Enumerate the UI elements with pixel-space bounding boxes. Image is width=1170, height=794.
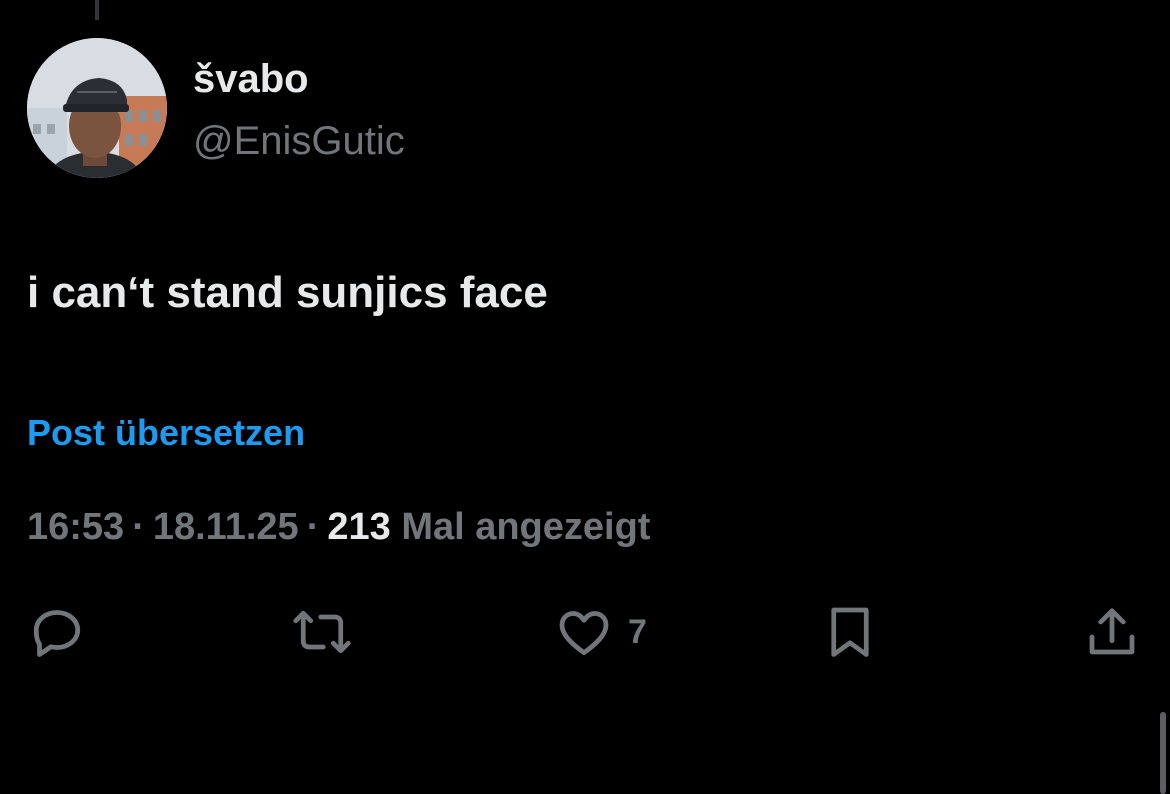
reply-icon — [33, 610, 81, 657]
like-button[interactable]: 7 — [554, 602, 647, 662]
views-label: Mal angezeigt — [401, 506, 651, 548]
thread-connector-line — [95, 0, 99, 20]
share-button[interactable] — [1082, 602, 1142, 662]
bookmark-button[interactable] — [820, 602, 880, 662]
views-count: 213 — [327, 506, 391, 548]
heart-icon — [559, 611, 609, 656]
avatar-photo — [27, 38, 167, 178]
share-icon — [1089, 608, 1135, 655]
reply-button[interactable] — [27, 602, 87, 662]
like-count: 7 — [628, 612, 647, 651]
tweet-meta: 16:53 · 18.11.25 · 213 Mal angezeigt — [27, 503, 650, 551]
author-display-name[interactable]: švabo — [193, 54, 405, 104]
scrollbar-thumb[interactable] — [1160, 712, 1166, 794]
meta-separator: · — [306, 506, 320, 548]
avatar[interactable] — [27, 38, 167, 178]
tweet-time[interactable]: 16:53 — [27, 506, 124, 548]
repost-icon — [293, 610, 351, 654]
tweet-text: i can‘t stand sunjics face — [27, 268, 548, 317]
tweet-date[interactable]: 18.11.25 — [153, 506, 299, 548]
translate-post-link[interactable]: Post übersetzen — [27, 410, 305, 456]
bookmark-icon — [831, 607, 869, 657]
meta-separator: · — [132, 506, 145, 548]
author-handle[interactable]: @EnisGutic — [193, 116, 405, 166]
author-block: švabo @EnisGutic — [193, 54, 405, 166]
repost-button[interactable] — [290, 602, 354, 662]
